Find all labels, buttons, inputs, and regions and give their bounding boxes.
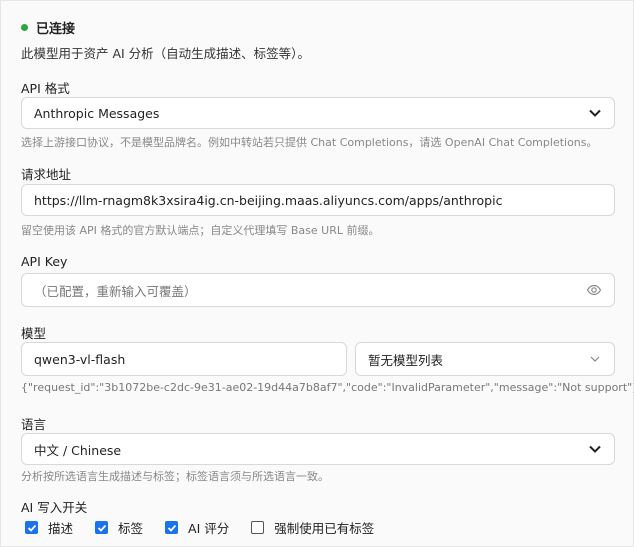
checkbox-force-existing-tags-label: 强制使用已有标签 bbox=[274, 521, 375, 536]
api-key-placeholder: （已配置，重新输入可覆盖） bbox=[34, 283, 197, 299]
api-format-hint: 选择上游接口协议，不是模型品牌名。例如中转站若只提供 Chat Completi… bbox=[21, 136, 598, 149]
model-value: qwen3-vl-flash bbox=[34, 351, 126, 367]
checkbox-checked-icon[interactable] bbox=[95, 521, 109, 534]
connection-status: 已连接 bbox=[21, 18, 75, 37]
language-value: 中文 / Chinese bbox=[34, 442, 122, 458]
model-error-text: {"request_id":"3b1072be-c2dc-9e31-ae02-1… bbox=[21, 381, 634, 394]
model-label: 模型 bbox=[21, 326, 47, 341]
intro-text: 此模型用于资产 AI 分析（自动生成描述、标签等）。 bbox=[21, 46, 310, 61]
chevron-down-icon bbox=[588, 442, 602, 456]
api-format-label: API 格式 bbox=[21, 81, 70, 96]
checkbox-checked-icon[interactable] bbox=[25, 521, 38, 534]
model-input[interactable]: qwen3-vl-flash bbox=[21, 342, 347, 376]
api-key-label: API Key bbox=[21, 254, 68, 269]
checkbox-unchecked-icon[interactable] bbox=[251, 521, 265, 534]
language-label: 语言 bbox=[21, 417, 47, 432]
checkbox-description-label: 描述 bbox=[48, 521, 74, 536]
eye-icon[interactable] bbox=[586, 282, 602, 298]
model-list-value: 暂无模型列表 bbox=[368, 352, 444, 368]
checkbox-ai-score-label: AI 评分 bbox=[188, 521, 230, 536]
ai-settings-panel: 已连接 此模型用于资产 AI 分析（自动生成描述、标签等）。 API 格式 An… bbox=[0, 0, 634, 547]
endpoint-label: 请求地址 bbox=[21, 167, 72, 182]
model-list-select[interactable]: 暂无模型列表 bbox=[355, 342, 615, 376]
ai-write-label: AI 写入开关 bbox=[21, 500, 88, 515]
endpoint-hint: 留空使用该 API 格式的官方默认端点；自定义代理填写 Base URL 前缀。 bbox=[21, 224, 380, 237]
endpoint-value: https://llm-rnagm8k3xsira4ig.cn-beijing.… bbox=[34, 192, 503, 208]
language-select[interactable]: 中文 / Chinese bbox=[21, 433, 615, 465]
ai-write-options: 描述 标签 AI 评分 强制使用已有标签 bbox=[25, 518, 396, 537]
checkbox-ai-score[interactable]: AI 评分 bbox=[165, 518, 229, 537]
api-format-select[interactable]: Anthropic Messages bbox=[21, 97, 615, 129]
chevron-down-icon bbox=[588, 106, 602, 120]
checkbox-tags[interactable]: 标签 bbox=[95, 518, 143, 537]
status-label: 已连接 bbox=[36, 22, 76, 37]
status-dot-icon bbox=[21, 24, 28, 31]
checkbox-force-existing-tags[interactable]: 强制使用已有标签 bbox=[251, 518, 374, 537]
api-key-input[interactable]: （已配置，重新输入可覆盖） bbox=[21, 273, 615, 307]
checkbox-description[interactable]: 描述 bbox=[25, 518, 73, 537]
api-format-value: Anthropic Messages bbox=[34, 105, 160, 121]
checkbox-tags-label: 标签 bbox=[118, 521, 144, 536]
endpoint-input[interactable]: https://llm-rnagm8k3xsira4ig.cn-beijing.… bbox=[21, 184, 615, 216]
chevron-down-icon bbox=[588, 352, 602, 366]
checkbox-checked-icon[interactable] bbox=[165, 521, 179, 534]
language-hint: 分析按所选语言生成描述与标签；标签语言须与所选语言一致。 bbox=[21, 470, 329, 483]
